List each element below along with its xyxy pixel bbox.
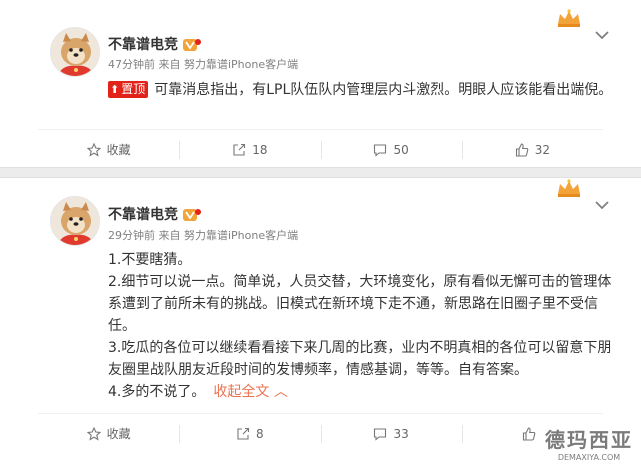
vip-crown-icon xyxy=(555,8,583,28)
favorite-button[interactable]: 收藏 xyxy=(38,414,179,453)
comment-icon xyxy=(374,427,387,441)
post-text: 1.不要瞎猜。 2.细节可以说一点。简单说，人员交替，大环境变化，原有看似无懈可… xyxy=(108,249,618,403)
comment-button[interactable]: 50 xyxy=(320,130,462,169)
repost-button[interactable]: 18 xyxy=(179,130,320,169)
card-divider xyxy=(0,167,641,178)
post-line-4: 4.多的不说了。 收起全文 ︿ xyxy=(108,381,618,403)
post-line-4-text: 4.多的不说了。 xyxy=(108,384,206,400)
author-name[interactable]: 不靠谱电竞 xyxy=(108,204,178,224)
favorite-label: 收藏 xyxy=(106,427,131,441)
chevron-up-icon: ︿ xyxy=(273,384,288,400)
member-badge-icon xyxy=(183,37,201,51)
action-bar: 收藏 8 33 xyxy=(38,413,603,453)
favorite-button[interactable]: 收藏 xyxy=(38,130,179,169)
thumbs-up-icon xyxy=(515,142,529,157)
favorite-label: 收藏 xyxy=(106,143,131,157)
collapse-link[interactable]: 收起全文 ︿ xyxy=(213,384,287,400)
post-line-2: 2.细节可以说一点。简单说，人员交替，大环境变化，原有看似无懈可击的管理体系遭到… xyxy=(108,274,612,334)
repost-count: 18 xyxy=(252,142,268,157)
post-line-1: 1.不要瞎猜。 xyxy=(108,252,192,268)
post-text: ⬆ 置顶 可靠消息指出，有LPL队伍队内管理层内斗激烈。明眼人应该能看出端倪。 xyxy=(108,79,618,101)
chevron-down-icon[interactable] xyxy=(595,198,609,214)
author-row: 不靠谱电竞 xyxy=(108,204,201,224)
thumbs-up-icon xyxy=(523,426,536,441)
like-count: 32 xyxy=(534,142,551,157)
watermark-title: 德玛西亚 xyxy=(545,428,633,452)
author-row: 不靠谱电竞 xyxy=(108,34,201,54)
pinned-label: 置顶 xyxy=(121,82,146,96)
action-bar: 收藏 18 50 32 xyxy=(38,129,603,169)
comment-count: 50 xyxy=(393,142,409,157)
member-badge-icon xyxy=(183,207,201,221)
vip-crown-icon xyxy=(555,178,583,198)
repost-icon xyxy=(237,427,250,440)
avatar[interactable] xyxy=(50,196,100,246)
like-button[interactable]: 32 xyxy=(461,130,603,169)
star-icon xyxy=(86,142,101,157)
star-icon xyxy=(86,426,101,441)
site-watermark: 德玛西亚 DEMAXIYA.COM xyxy=(545,424,633,462)
pinned-badge: ⬆ 置顶 xyxy=(108,81,149,98)
comment-count: 33 xyxy=(393,426,409,441)
post-meta: 47分钟前 来自 努力靠谱iPhone客户端 xyxy=(108,58,299,71)
collapse-label: 收起全文 xyxy=(213,384,270,400)
post-line-3: 3.吃瓜的各位可以继续看看接下来几周的比赛，业内不明真相的各位可以留意下朋友圈里… xyxy=(108,340,612,378)
post-body: 可靠消息指出，有LPL队伍队内管理层内斗激烈。明眼人应该能看出端倪。 xyxy=(154,82,613,98)
watermark-url: DEMAXIYA.COM xyxy=(557,453,621,462)
weibo-post-1: 不靠谱电竞 47分钟前 来自 努力靠谱iPhone客户端 ⬆ 置顶 可靠消息指出，有… xyxy=(0,0,641,167)
avatar[interactable] xyxy=(50,27,100,77)
comment-button[interactable]: 33 xyxy=(320,414,462,453)
repost-button[interactable]: 8 xyxy=(179,414,320,453)
pin-icon: ⬆ xyxy=(110,83,120,96)
weibo-post-2: 不靠谱电竞 29分钟前 来自 努力靠谱iPhone客户端 1.不要瞎猜。 2.细… xyxy=(0,178,641,466)
post-meta: 29分钟前 来自 努力靠谱iPhone客户端 xyxy=(108,229,299,242)
author-name[interactable]: 不靠谱电竞 xyxy=(108,34,178,54)
repost-icon xyxy=(233,143,246,156)
comment-icon xyxy=(374,143,387,157)
chevron-down-icon[interactable] xyxy=(595,28,609,44)
repost-count: 8 xyxy=(256,426,264,441)
